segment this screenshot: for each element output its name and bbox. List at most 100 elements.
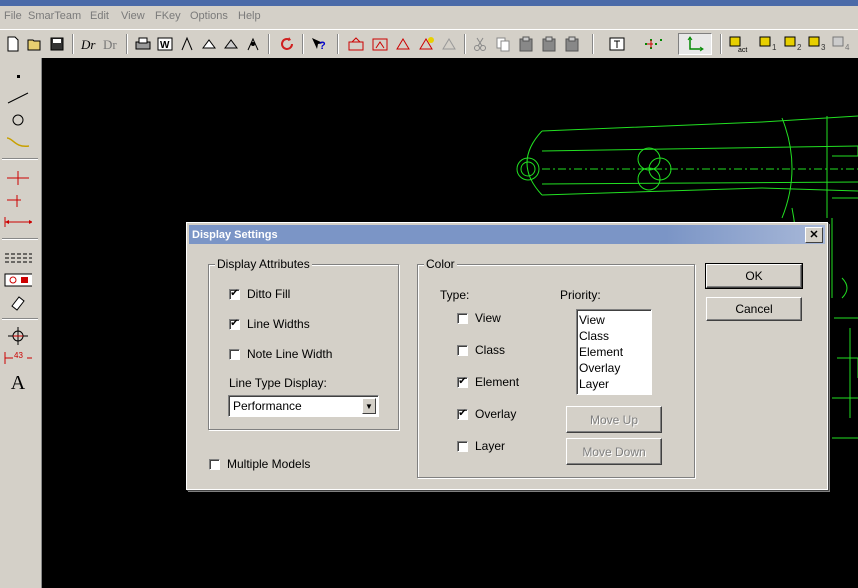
line-icon[interactable] <box>4 88 32 108</box>
menu-options[interactable]: Options <box>190 10 228 22</box>
sheet3-icon[interactable]: 3 <box>807 34 827 54</box>
help-icon[interactable]: ? <box>309 34 329 54</box>
dr-icon[interactable]: Dr <box>79 34 99 54</box>
sheet1-icon[interactable]: 1 <box>758 34 778 54</box>
cross2-icon[interactable] <box>4 190 32 210</box>
check-icon: ✔ <box>229 288 240 300</box>
eraser-icon[interactable] <box>4 292 32 312</box>
menu-file[interactable]: File <box>4 10 22 22</box>
w-icon[interactable]: W <box>155 34 175 54</box>
center-icon[interactable] <box>4 326 32 346</box>
toolbar-separator <box>592 34 594 54</box>
note-line-width-label: Note Line Width <box>247 347 333 361</box>
main-toolbar: Dr Dr W ? act 1 2 3 4 <box>0 29 858 59</box>
line-widths-checkbox[interactable]: ✔ Line Widths <box>229 317 310 331</box>
refresh-icon[interactable] <box>277 34 297 54</box>
menu-help[interactable]: Help <box>238 10 261 22</box>
grid-icon[interactable] <box>643 34 663 54</box>
note-line-width-checkbox[interactable]: Note Line Width <box>229 347 332 361</box>
type-layer-label: Layer <box>475 439 506 453</box>
move-up-button[interactable]: Move Up <box>566 406 662 433</box>
paste-icon[interactable] <box>516 34 536 54</box>
circle-icon[interactable] <box>4 110 32 130</box>
new-icon[interactable] <box>3 34 23 54</box>
cancel-button[interactable]: Cancel <box>706 297 802 321</box>
menu-edit[interactable]: Edit <box>90 10 109 22</box>
line-widths-label: Line Widths <box>247 317 310 331</box>
color-label: Color <box>424 257 457 271</box>
point-icon[interactable] <box>4 66 32 86</box>
svg-text:Dr: Dr <box>80 37 96 52</box>
priority-listbox[interactable]: View Class Element Overlay Layer <box>576 309 652 395</box>
type-overlay-checkbox[interactable]: ✔ Overlay <box>457 407 516 421</box>
toolbar-separator <box>720 34 722 54</box>
dialog-title: Display Settings <box>192 229 278 241</box>
display-attributes-label: Display Attributes <box>215 257 312 271</box>
multiple-models-label: Multiple Models <box>227 457 311 471</box>
cut-icon[interactable] <box>470 34 490 54</box>
paste3-icon[interactable] <box>562 34 582 54</box>
dimension-icon[interactable] <box>4 212 32 232</box>
close-icon[interactable]: ✕ <box>805 227 823 243</box>
line-type-select[interactable]: Performance ▼ <box>228 395 379 417</box>
ok-button[interactable]: OK <box>705 263 803 289</box>
toolbar-separator <box>302 34 304 54</box>
measure-icon[interactable]: 43 <box>4 348 32 368</box>
hand4-icon[interactable] <box>243 34 263 54</box>
chevron-down-icon[interactable]: ▼ <box>362 398 376 414</box>
priority-label: Priority: <box>560 288 601 302</box>
type-layer-checkbox[interactable]: Layer <box>457 439 505 453</box>
sheet2-icon[interactable]: 2 <box>783 34 803 54</box>
hatch-icon[interactable] <box>4 248 32 268</box>
type-class-checkbox[interactable]: Class <box>457 343 505 357</box>
view5-icon[interactable] <box>439 34 459 54</box>
sheet2-label: 2 <box>797 43 802 52</box>
save-icon[interactable] <box>47 34 67 54</box>
axis-icon[interactable] <box>678 33 712 55</box>
view2-icon[interactable] <box>370 34 390 54</box>
hand3-icon[interactable] <box>221 34 241 54</box>
list-item[interactable]: Element <box>579 344 649 360</box>
list-item[interactable]: Overlay <box>579 360 649 376</box>
print-icon[interactable] <box>133 34 153 54</box>
paste2-icon[interactable] <box>539 34 559 54</box>
text-icon[interactable]: A <box>4 370 32 396</box>
move-down-button[interactable]: Move Down <box>566 438 662 465</box>
multiple-models-checkbox[interactable]: Multiple Models <box>209 457 310 471</box>
sheet4-icon[interactable]: 4 <box>831 34 851 54</box>
view3-icon[interactable] <box>393 34 413 54</box>
copy-icon[interactable] <box>493 34 513 54</box>
type-view-label: View <box>475 311 501 325</box>
menu-smarteam[interactable]: SmarTeam <box>28 10 81 22</box>
menu-view[interactable]: View <box>121 10 145 22</box>
ditto-fill-checkbox[interactable]: ✔ Ditto Fill <box>229 287 290 301</box>
view1-icon[interactable] <box>346 34 366 54</box>
type-element-checkbox[interactable]: ✔ Element <box>457 375 519 389</box>
dialog-title-bar[interactable]: Display Settings ✕ <box>189 225 825 244</box>
svg-text:W: W <box>160 40 170 51</box>
type-overlay-label: Overlay <box>475 407 517 421</box>
view4-icon[interactable] <box>416 34 436 54</box>
toolbar-separator <box>72 34 74 54</box>
list-item[interactable]: Layer <box>579 376 649 392</box>
sheet4-label: 4 <box>845 43 850 52</box>
left-toolbar-separator <box>2 238 38 240</box>
check-icon: ✔ <box>229 318 240 330</box>
cross-icon[interactable] <box>4 168 32 188</box>
list-item[interactable]: View <box>579 312 649 328</box>
frame-icon[interactable] <box>607 34 627 54</box>
menu-fkey[interactable]: FKey <box>155 10 181 22</box>
curve-icon[interactable] <box>4 132 32 152</box>
hand2-icon[interactable] <box>199 34 219 54</box>
line-type-value: Performance <box>233 399 302 413</box>
type-view-checkbox[interactable]: View <box>457 311 501 325</box>
ditto-fill-label: Ditto Fill <box>247 287 291 301</box>
menu-bar: File SmarTeam Edit View FKey Options Hel… <box>0 6 858 28</box>
hand-icon[interactable] <box>177 34 197 54</box>
fill-icon[interactable] <box>4 270 32 290</box>
sheet-icon[interactable]: act <box>728 34 748 54</box>
left-toolbar: 43 A <box>0 58 42 588</box>
list-item[interactable]: Class <box>579 328 649 344</box>
dr2-icon[interactable]: Dr <box>101 34 121 54</box>
open-icon[interactable] <box>25 34 45 54</box>
